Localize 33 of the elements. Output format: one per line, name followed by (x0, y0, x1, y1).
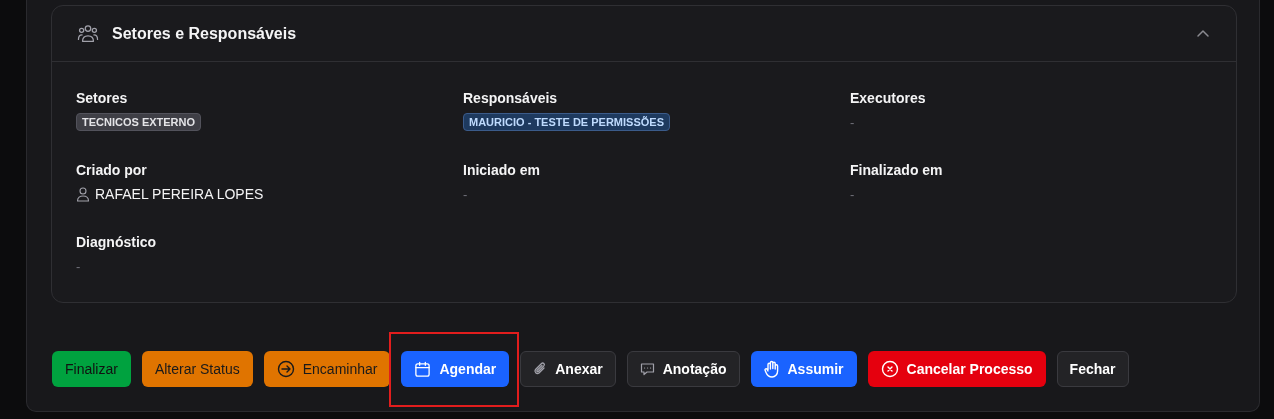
arrow-circle-icon (276, 360, 295, 378)
field-value: - (850, 186, 855, 202)
field-label: Diagnóstico (76, 234, 158, 252)
field-value: - (76, 258, 81, 274)
action-button[interactable]: Cancelar Processo (867, 351, 1046, 387)
action-button[interactable]: Anotação (626, 351, 740, 387)
field-label: Setores (76, 90, 129, 108)
paperclip-icon (533, 361, 548, 377)
person-icon (76, 186, 90, 202)
tag: MAURICIO - TESTE DE PERMISSÕES (463, 113, 670, 131)
field-label: Executores (850, 90, 927, 108)
action-button[interactable]: Fechar (1056, 351, 1129, 387)
calendar-icon (414, 360, 432, 378)
person-name: RAFAEL PEREIRA LOPES (95, 186, 264, 202)
field-label: Responsáveis (463, 90, 559, 108)
action-button[interactable]: Anexar (520, 351, 616, 387)
action-button[interactable]: Agendar (401, 351, 510, 387)
tag: TECNICOS EXTERNO (76, 113, 202, 131)
hand-icon (763, 360, 780, 378)
action-button[interactable]: Finalizar (52, 351, 131, 387)
action-button[interactable]: Alterar Status (141, 351, 253, 387)
section-title: Setores e Responsáveis (112, 24, 298, 43)
users-icon (77, 23, 99, 44)
field-label: Finalizado em (850, 162, 944, 180)
field-value: - (463, 186, 468, 202)
x-circle-icon (880, 360, 899, 378)
action-button[interactable]: Assumir (750, 351, 857, 387)
speech-bubble-icon (639, 362, 655, 376)
field-label: Criado por (76, 162, 148, 180)
action-button[interactable]: Encaminhar (263, 351, 391, 387)
chevron-up-icon[interactable] (1196, 28, 1210, 39)
field-label: Iniciado em (463, 162, 542, 180)
field-value: - (850, 114, 855, 130)
